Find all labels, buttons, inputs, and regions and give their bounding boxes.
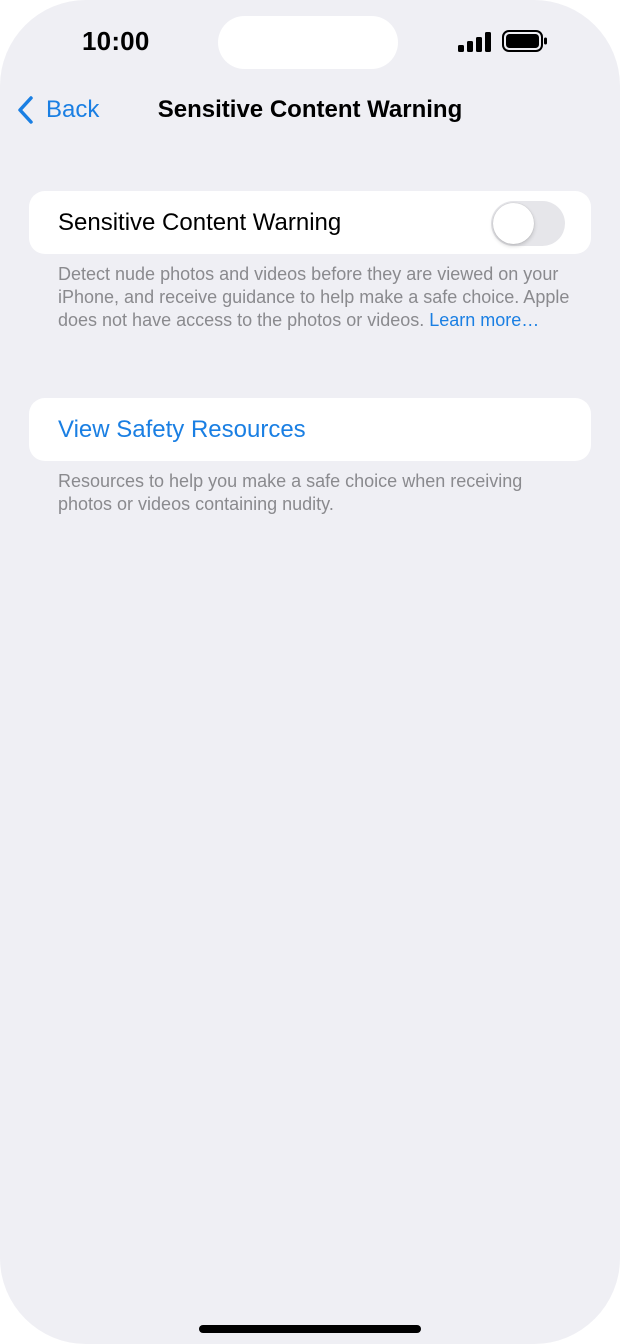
toggle-knob: [493, 203, 534, 244]
sensitive-content-row: Sensitive Content Warning: [29, 191, 591, 254]
view-safety-resources-link[interactable]: View Safety Resources: [58, 416, 306, 444]
home-indicator[interactable]: [199, 1325, 421, 1333]
cellular-signal-icon: [458, 32, 491, 52]
sensitive-content-footnote: Detect nude photos and videos before the…: [58, 263, 578, 332]
phone-screen: 10:00 Back Sensitive Content Warning Sen…: [0, 0, 620, 1344]
learn-more-link[interactable]: Learn more…: [429, 310, 539, 330]
status-time: 10:00: [82, 26, 150, 56]
dynamic-island: [218, 16, 398, 69]
sensitive-content-label: Sensitive Content Warning: [58, 209, 342, 236]
battery-icon: [502, 30, 547, 52]
resources-footnote: Resources to help you make a safe choice…: [58, 471, 523, 514]
page-title: Sensitive Content Warning: [157, 96, 463, 123]
view-safety-resources-row[interactable]: View Safety Resources: [29, 398, 591, 461]
navigation-bar: Back Sensitive Content Warning: [0, 84, 620, 134]
sensitive-content-toggle[interactable]: [491, 201, 565, 246]
status-bar: 10:00: [0, 0, 620, 84]
